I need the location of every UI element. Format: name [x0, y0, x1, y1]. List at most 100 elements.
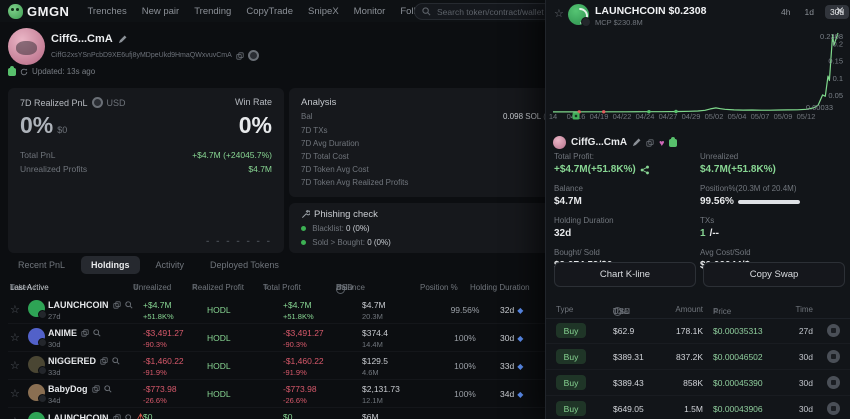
favorite-star-icon[interactable]: ☆ [10, 303, 20, 316]
token-logo [28, 356, 45, 373]
pager-dashes[interactable]: - - - - - - - [206, 236, 272, 247]
tx-row[interactable]: Buy $389.43 858K $0.00045390 30d [546, 370, 850, 396]
refresh-icon[interactable] [20, 68, 28, 76]
col-type: Type [556, 305, 573, 314]
heart-icon[interactable]: ♥ [659, 138, 664, 148]
token-name[interactable]: LAUNCHCOIN [48, 413, 109, 419]
edit-icon[interactable] [118, 35, 127, 44]
nav-item[interactable]: Trenches [87, 6, 126, 17]
col-total[interactable]: Total USD i [613, 305, 622, 316]
share-icon[interactable] [827, 350, 840, 363]
brand-name: GMGN [27, 4, 69, 19]
tab[interactable]: Holdings [81, 256, 140, 274]
timeframe-button[interactable]: 4h [778, 5, 793, 19]
copy-icon[interactable] [236, 52, 244, 60]
puzzle-icon[interactable] [669, 139, 677, 147]
position-cell: 99.56% [445, 305, 485, 315]
diamond-icon: ◆ [517, 390, 523, 399]
share-icon[interactable] [827, 376, 840, 389]
share-icon[interactable] [640, 165, 650, 175]
share-icon[interactable] [827, 324, 840, 337]
analysis-row-label: 7D Avg Duration [301, 139, 359, 148]
buy-badge: Buy [556, 323, 586, 338]
search-icon [422, 7, 431, 16]
nav-item[interactable]: SnipeX [308, 6, 339, 17]
analysis-title: Analysis [301, 97, 336, 108]
stat-cell: Position%(20.3M of 20.4M) 99.56% [700, 184, 846, 207]
tx-row[interactable]: Buy $389.31 837.2K $0.00046502 30d [546, 344, 850, 370]
close-icon[interactable]: × [836, 2, 844, 18]
search-icon[interactable] [125, 414, 133, 419]
nav-item[interactable]: Trending [194, 6, 231, 17]
unrealized-cell: -$773.98-26.6% [143, 384, 177, 405]
nav-item[interactable]: New pair [142, 6, 180, 17]
tx-time: 30d [799, 404, 813, 414]
nav-item[interactable]: CopyTrade [246, 6, 293, 17]
tab[interactable]: Recent PnL [8, 256, 75, 274]
nav-item[interactable]: Monitor [354, 6, 386, 17]
tx-row[interactable]: Buy $649.05 1.5M $0.00043906 30d [546, 396, 850, 419]
balance-label: Bal [301, 112, 313, 121]
total-profit-cell: +$4.7M+51.8K% [283, 300, 314, 321]
explorer-icon[interactable] [248, 50, 259, 61]
stat-value: /-- [710, 228, 719, 239]
tx-row[interactable]: Buy $62.9 178.1K $0.00035313 27d [546, 318, 850, 344]
copy-swap-button[interactable]: Copy Swap [703, 262, 845, 287]
edit-icon[interactable] [632, 138, 641, 147]
search-icon[interactable] [104, 385, 112, 393]
svg-text:05/02: 05/02 [705, 112, 724, 121]
token-name[interactable]: LAUNCHCOIN [48, 300, 109, 310]
tab[interactable]: Deployed Tokens [200, 256, 289, 274]
copy-icon[interactable] [113, 301, 121, 309]
chart-kline-button[interactable]: Chart K-line [554, 262, 696, 287]
col-balance[interactable]: Balance ⇅ USD i [336, 283, 345, 294]
svg-text:0.00033: 0.00033 [806, 103, 833, 112]
favorite-star-icon[interactable]: ☆ [10, 331, 20, 344]
updated-row: Updated: 13s ago [8, 67, 95, 76]
token-name[interactable]: BabyDog [48, 384, 88, 394]
copy-icon[interactable] [113, 414, 121, 419]
search-icon[interactable] [112, 357, 120, 365]
favorite-star-icon[interactable]: ☆ [10, 415, 20, 419]
svg-text:0.1: 0.1 [833, 74, 843, 83]
currency-label[interactable]: USD [107, 98, 126, 108]
realized-pnl-usd: $0 [57, 125, 67, 135]
position-cell: 100% [445, 333, 485, 343]
copy-icon[interactable] [92, 385, 100, 393]
total-pnl-row: Total PnL +$4.7M (+24045.7%) [20, 150, 272, 160]
unrealized-profits-value: $4.7M [248, 164, 272, 174]
position-cell: 100% [445, 389, 485, 399]
tx-table-header: Type Total USD i Amount Price ⇅ Time [546, 303, 850, 319]
copy-icon[interactable] [646, 139, 654, 147]
favorite-star-icon[interactable]: ☆ [10, 387, 20, 400]
diamond-icon: ◆ [517, 306, 523, 315]
currency-toggle-icon[interactable] [92, 97, 103, 108]
realized-profit-cell: HODL [207, 305, 231, 315]
token-logo [28, 300, 45, 317]
token-name[interactable]: ANIME [48, 328, 77, 338]
search-icon[interactable] [125, 301, 133, 309]
duration-cell: 34d◆ [500, 389, 523, 399]
buy-badge: Buy [556, 349, 586, 364]
favorite-star-icon[interactable]: ☆ [10, 359, 20, 372]
token-logo [28, 328, 45, 345]
copy-icon[interactable] [81, 329, 89, 337]
copy-icon[interactable] [100, 357, 108, 365]
total-profit-cell: $0 [283, 412, 292, 419]
balance-cell: $2,131.7312.1M [362, 384, 400, 405]
diamond-icon: ◆ [517, 362, 523, 371]
tx-total: $649.05 [613, 404, 644, 414]
share-icon[interactable] [827, 402, 840, 415]
unrealized-cell: -$3,491.27-90.3% [143, 328, 184, 349]
realized-profit-cell: HODL [207, 361, 231, 371]
tab[interactable]: Activity [146, 256, 195, 274]
stat-value-green: 1 [700, 228, 706, 239]
gmgn-logo[interactable]: GMGN [8, 4, 69, 19]
phishing-row-label: Blacklist: [312, 224, 344, 233]
tx-total: $389.31 [613, 352, 644, 362]
gecko-icon [8, 4, 23, 19]
favorite-star-icon[interactable]: ☆ [554, 7, 564, 20]
timeframe-button[interactable]: 1d [801, 5, 816, 19]
token-name[interactable]: NIGGERED [48, 356, 96, 366]
search-icon[interactable] [93, 329, 101, 337]
